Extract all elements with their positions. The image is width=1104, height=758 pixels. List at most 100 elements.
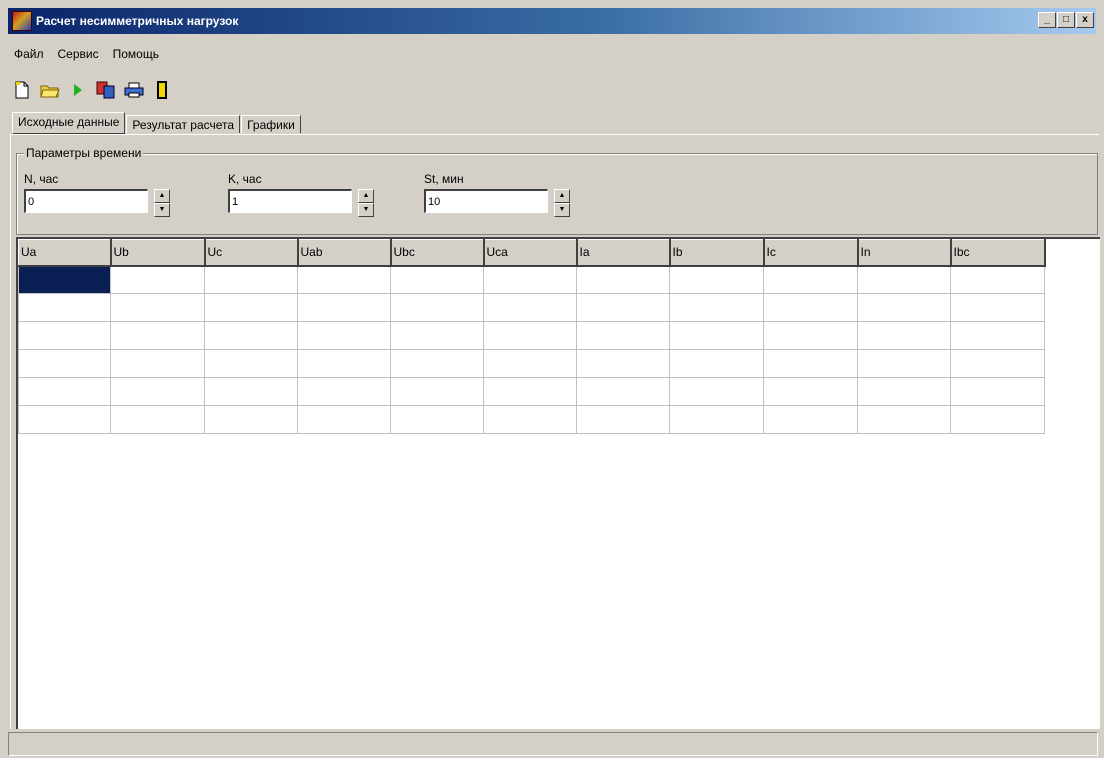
column-header[interactable]: Ia [576, 239, 671, 267]
menu-service[interactable]: Сервис [56, 46, 101, 62]
n-hour-input[interactable] [24, 189, 148, 213]
grid-cell[interactable] [110, 265, 205, 294]
spin-down-button[interactable]: ▼ [358, 203, 374, 217]
close-button[interactable]: x [1076, 12, 1094, 28]
grid-cell[interactable] [669, 293, 764, 322]
column-header[interactable]: Ub [110, 239, 206, 267]
grid-cell[interactable] [18, 377, 111, 406]
grid-cell[interactable] [483, 349, 577, 378]
grid-cell[interactable] [483, 321, 577, 350]
column-header[interactable]: Ib [669, 239, 765, 267]
minimize-button[interactable]: _ [1038, 12, 1056, 28]
grid-cell[interactable] [576, 293, 670, 322]
grid-cell[interactable] [110, 405, 205, 434]
tab-charts[interactable]: Графики [241, 115, 301, 133]
grid-cell[interactable] [857, 265, 951, 294]
grid-cell[interactable] [576, 265, 670, 294]
grid-cell[interactable] [669, 405, 764, 434]
grid-cell[interactable] [110, 293, 205, 322]
copy-icon[interactable] [96, 80, 116, 100]
grid-cell[interactable] [857, 377, 951, 406]
grid-cell[interactable] [857, 405, 951, 434]
column-header[interactable]: Ic [763, 239, 859, 267]
exit-icon[interactable] [152, 80, 172, 100]
grid-cell[interactable] [950, 377, 1045, 406]
run-icon[interactable] [68, 80, 88, 100]
grid-cell[interactable] [18, 293, 111, 322]
grid-cell[interactable] [110, 349, 205, 378]
grid-cell[interactable] [204, 377, 298, 406]
grid-cell[interactable] [763, 405, 858, 434]
grid-cell[interactable] [576, 377, 670, 406]
grid-cell[interactable] [390, 321, 484, 350]
menu-file[interactable]: Файл [12, 46, 46, 62]
grid-cell[interactable] [297, 265, 391, 294]
grid-cell[interactable] [483, 265, 577, 294]
grid-cell[interactable] [204, 293, 298, 322]
grid-cell[interactable] [18, 321, 111, 350]
grid-cell[interactable] [763, 377, 858, 406]
grid-cell[interactable] [204, 405, 298, 434]
grid-cell[interactable] [390, 405, 484, 434]
grid-cell[interactable] [297, 321, 391, 350]
grid-cell[interactable] [297, 405, 391, 434]
grid-cell[interactable] [857, 349, 951, 378]
grid-cell[interactable] [576, 321, 670, 350]
grid-cell[interactable] [390, 265, 484, 294]
grid-cell[interactable] [204, 321, 298, 350]
grid-cell[interactable] [390, 349, 484, 378]
grid-cell[interactable] [110, 321, 205, 350]
column-header[interactable]: Ibc [950, 239, 1046, 267]
spin-down-button[interactable]: ▼ [154, 203, 170, 217]
grid-cell[interactable] [576, 349, 670, 378]
grid-cell[interactable] [204, 349, 298, 378]
grid-cell[interactable] [857, 321, 951, 350]
tab-input-data[interactable]: Исходные данные [12, 112, 126, 134]
column-header[interactable]: Uca [483, 239, 578, 267]
grid-cell[interactable] [763, 321, 858, 350]
grid-cell[interactable] [204, 265, 298, 294]
spin-up-button[interactable]: ▲ [358, 189, 374, 203]
column-header[interactable]: Uc [204, 239, 299, 267]
grid-cell[interactable] [297, 349, 391, 378]
print-icon[interactable] [124, 80, 144, 100]
open-folder-icon[interactable] [40, 80, 60, 100]
spin-down-button[interactable]: ▼ [554, 203, 570, 217]
column-header[interactable]: Uab [297, 239, 392, 267]
grid-cell[interactable] [763, 265, 858, 294]
grid-cell[interactable] [950, 321, 1045, 350]
grid-cell[interactable] [576, 405, 670, 434]
grid-cell[interactable] [483, 377, 577, 406]
grid-cell[interactable] [18, 265, 111, 294]
grid-cell[interactable] [857, 293, 951, 322]
spin-up-button[interactable]: ▲ [554, 189, 570, 203]
maximize-button[interactable]: □ [1057, 12, 1075, 28]
grid-cell[interactable] [669, 321, 764, 350]
grid-cell[interactable] [669, 349, 764, 378]
k-hour-input[interactable] [228, 189, 352, 213]
new-file-icon[interactable] [12, 80, 32, 100]
grid-cell[interactable] [18, 405, 111, 434]
grid-cell[interactable] [950, 349, 1045, 378]
grid-cell[interactable] [763, 293, 858, 322]
grid-cell[interactable] [297, 293, 391, 322]
grid-cell[interactable] [669, 265, 764, 294]
grid-cell[interactable] [297, 377, 391, 406]
grid-cell[interactable] [669, 377, 764, 406]
grid-cell[interactable] [110, 377, 205, 406]
grid-cell[interactable] [390, 293, 484, 322]
menu-help[interactable]: Помощь [111, 46, 161, 62]
grid-cell[interactable] [950, 265, 1045, 294]
spin-up-button[interactable]: ▲ [154, 189, 170, 203]
grid-cell[interactable] [763, 349, 858, 378]
column-header[interactable]: In [857, 239, 952, 267]
grid-cell[interactable] [18, 349, 111, 378]
column-header[interactable]: Ubc [390, 239, 485, 267]
column-header[interactable]: Ua [18, 239, 112, 267]
grid-cell[interactable] [950, 293, 1045, 322]
grid-cell[interactable] [483, 405, 577, 434]
grid-cell[interactable] [950, 405, 1045, 434]
grid-cell[interactable] [483, 293, 577, 322]
st-min-input[interactable] [424, 189, 548, 213]
grid-cell[interactable] [390, 377, 484, 406]
